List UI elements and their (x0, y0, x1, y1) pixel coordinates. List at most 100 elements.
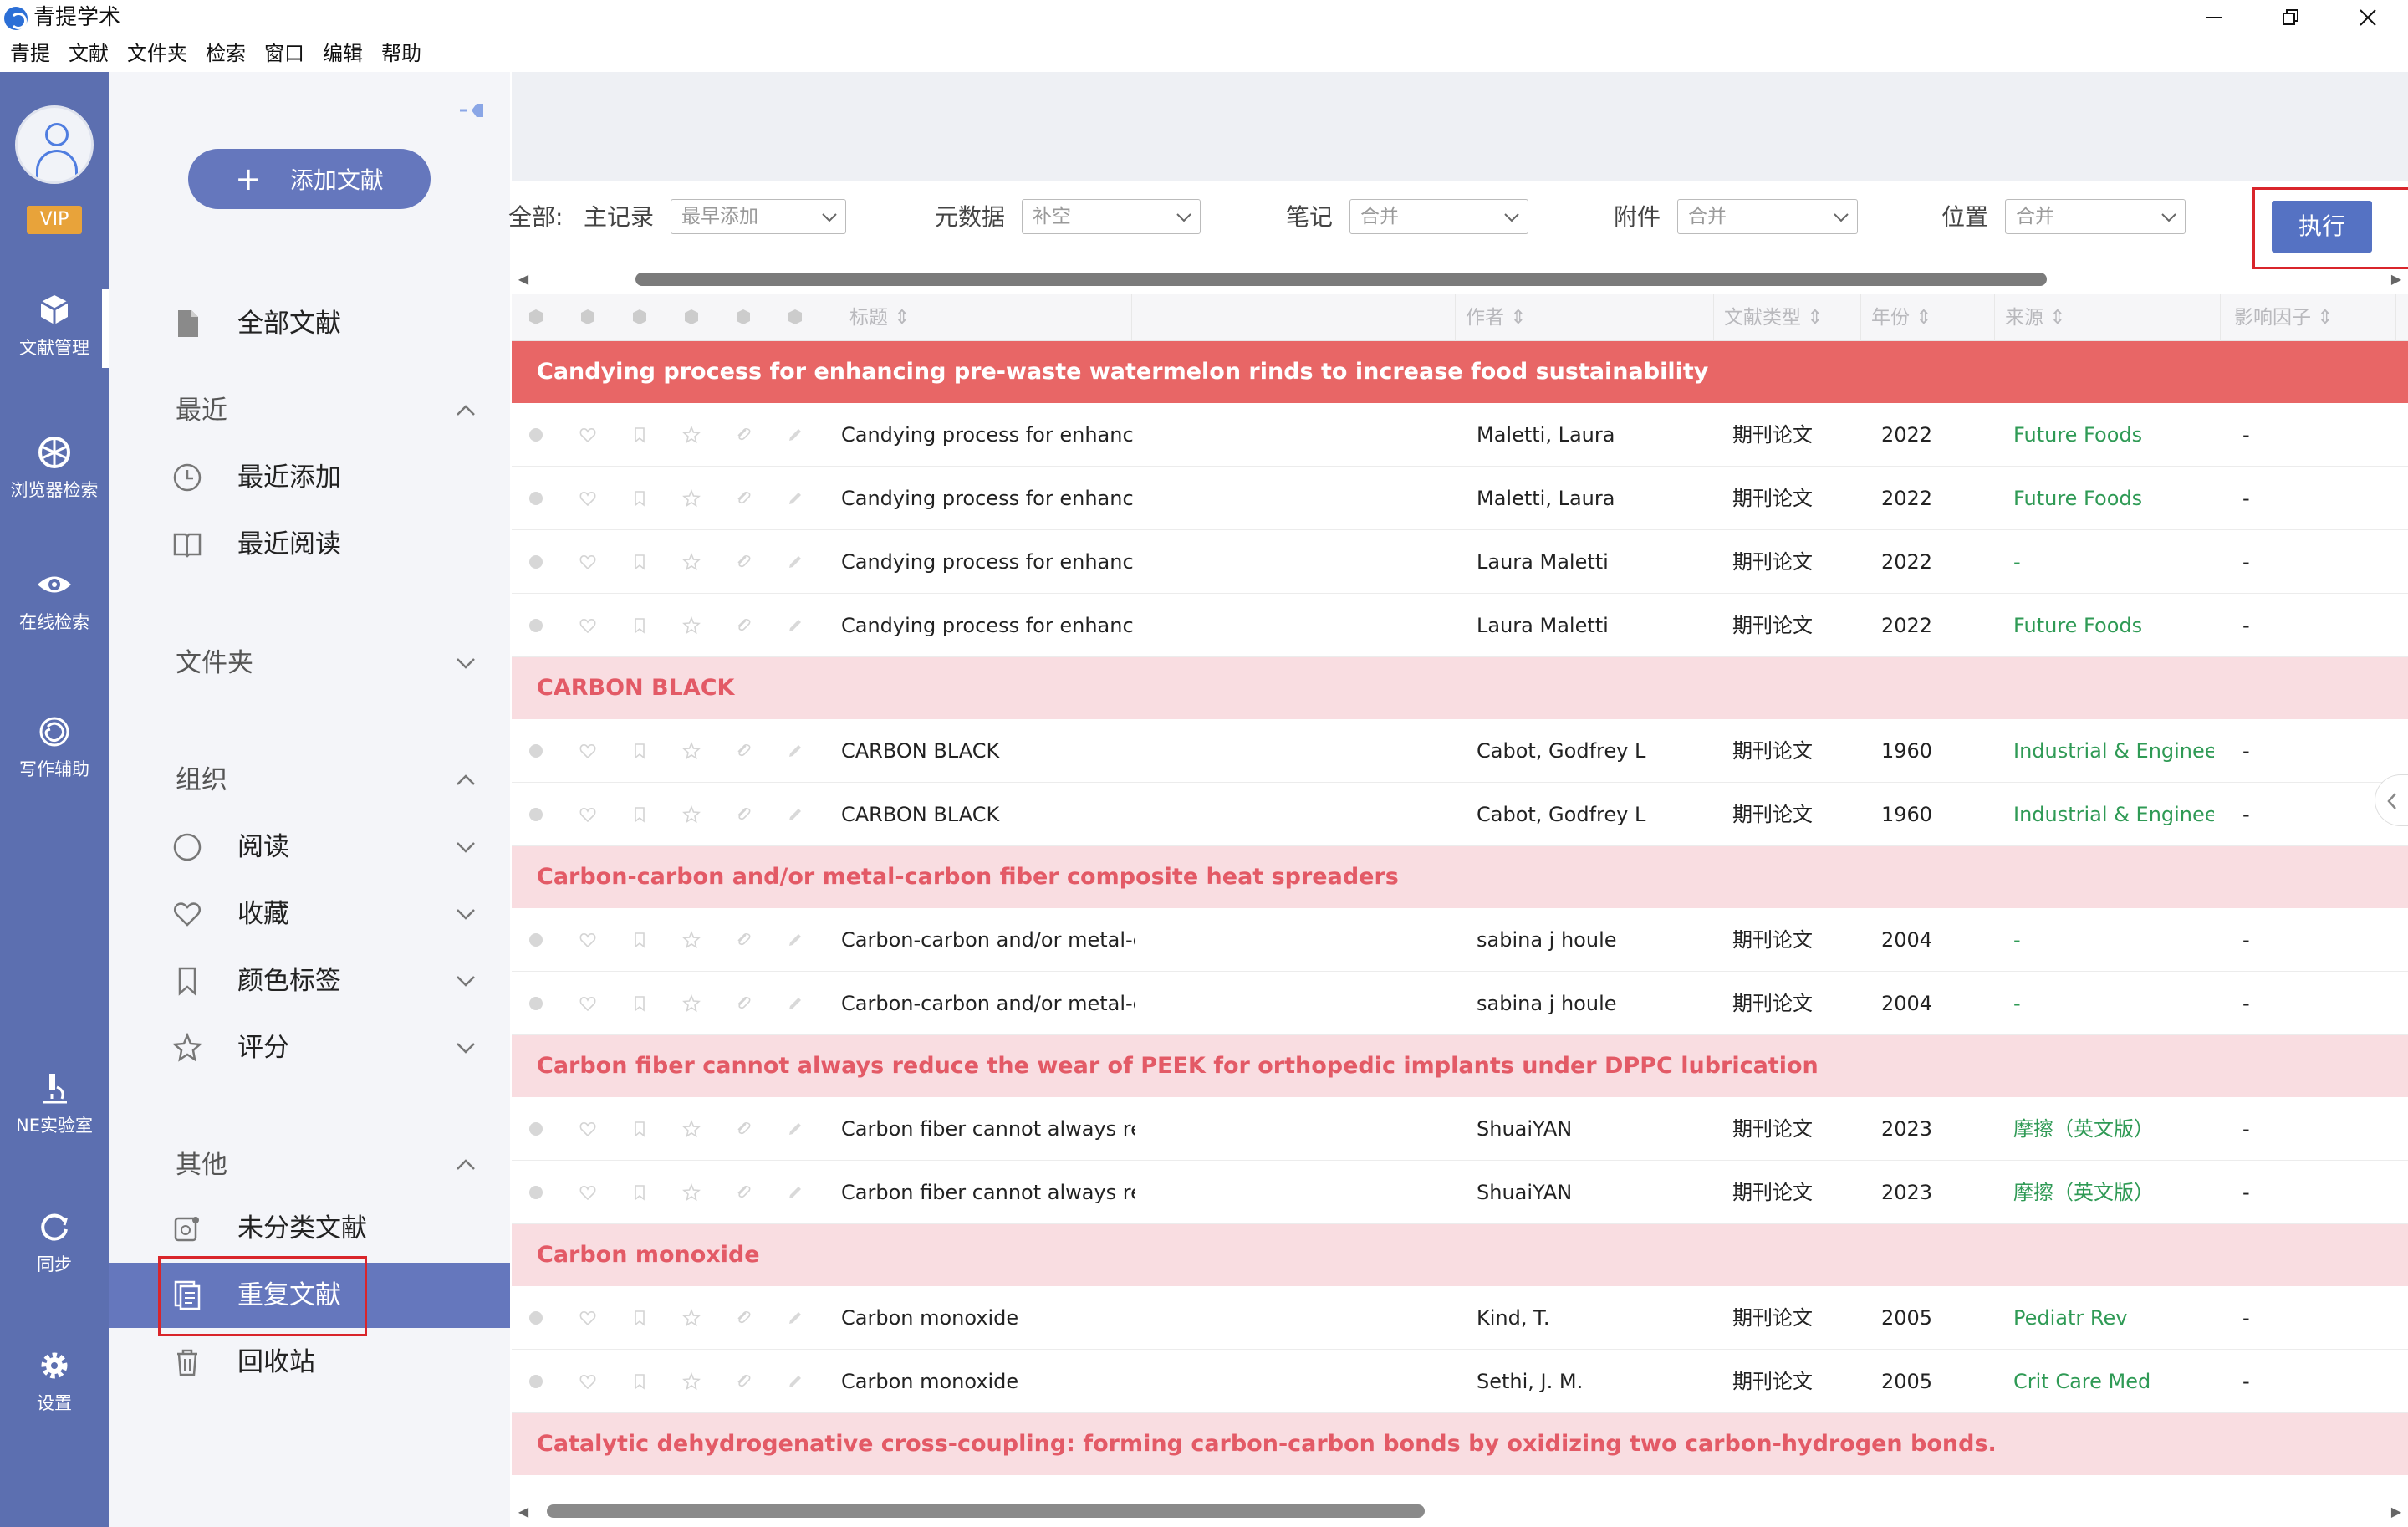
add-literature-button[interactable]: + 添加文献 (188, 149, 431, 209)
chevron-down-icon[interactable] (452, 967, 480, 995)
bookmark-icon[interactable] (630, 805, 649, 824)
read-status-icon[interactable] (527, 489, 545, 508)
table-row[interactable]: Carbon monoxide Kind, T. 期刊论文 2005 Pediatr R… (512, 1286, 2408, 1350)
column-title[interactable]: 标题 ⇕ (839, 294, 1132, 341)
star-icon[interactable] (682, 805, 701, 824)
rail-item-sync[interactable]: 同步 (0, 1208, 109, 1276)
avatar[interactable] (15, 105, 94, 184)
menu-qingti[interactable]: 青提 (10, 37, 50, 70)
nav-item-read[interactable]: 阅读 (109, 815, 510, 880)
tag-column-icon[interactable] (630, 308, 649, 326)
pin-icon[interactable] (458, 94, 492, 127)
menu-window[interactable]: 窗口 (264, 37, 304, 70)
chevron-up-icon[interactable] (452, 766, 480, 794)
read-status-icon[interactable] (527, 1120, 545, 1138)
bookmark-icon[interactable] (630, 489, 649, 508)
nav-item-recent-read[interactable]: 最近阅读 (109, 512, 510, 577)
pencil-icon[interactable] (786, 805, 804, 824)
read-status-icon[interactable] (527, 1309, 545, 1327)
chevron-down-icon[interactable] (452, 1034, 480, 1062)
menu-folder[interactable]: 文件夹 (127, 37, 187, 70)
table-row[interactable]: Candying process for enhancing pre-waste… (512, 467, 2408, 530)
note-column-icon[interactable] (786, 308, 804, 326)
read-status-icon[interactable] (527, 742, 545, 760)
table-row[interactable]: CARBON BLACK Cabot, Godfrey L 期刊论文 1960 Indu… (512, 719, 2408, 783)
column-type[interactable]: 文献类型 ⇕ (1714, 294, 1861, 341)
star-icon[interactable] (682, 994, 701, 1013)
read-status-icon[interactable] (527, 931, 545, 949)
table-row[interactable]: Carbon monoxide Sethi, J. M. 期刊论文 2005 Crit … (512, 1350, 2408, 1413)
duplicate-group-header[interactable]: Carbon fiber cannot always reduce the we… (512, 1035, 2408, 1097)
menu-search[interactable]: 检索 (206, 37, 246, 70)
rail-item-browser-search[interactable]: 浏览器检索 (0, 433, 109, 502)
rail-item-online-search[interactable]: 在线检索 (0, 565, 109, 634)
bookmark-icon[interactable] (630, 742, 649, 760)
table-row[interactable]: CARBON BLACK Cabot, Godfrey L 期刊论文 1960 Indu… (512, 783, 2408, 846)
pencil-icon[interactable] (786, 1372, 804, 1391)
table-row[interactable]: Catalytic dehydrogenative cross-coupling… (512, 1475, 2408, 1489)
notes-select[interactable]: 合并 (1349, 199, 1528, 234)
heart-icon[interactable] (579, 742, 597, 760)
heart-icon[interactable] (579, 1120, 597, 1138)
column-year[interactable]: 年份 ⇕ (1861, 294, 1995, 341)
scroll-left-icon[interactable]: ◀ (515, 271, 532, 288)
star-icon[interactable] (682, 742, 701, 760)
attachment-icon[interactable] (734, 553, 752, 571)
chevron-down-icon[interactable] (452, 649, 480, 677)
rail-item-settings[interactable]: 设置 (0, 1346, 109, 1415)
pencil-icon[interactable] (786, 994, 804, 1013)
duplicate-group-header[interactable]: Catalytic dehydrogenative cross-coupling… (512, 1413, 2408, 1475)
scroll-right-icon[interactable]: ▶ (2388, 271, 2405, 288)
scroll-thumb[interactable] (635, 273, 2047, 286)
rating-column-icon[interactable] (682, 308, 701, 326)
heart-icon[interactable] (579, 616, 597, 635)
read-status-icon[interactable] (527, 994, 545, 1013)
table-row[interactable]: Candying process for enhancing pre-waste… (512, 403, 2408, 467)
bookmark-icon[interactable] (630, 931, 649, 949)
bookmark-icon[interactable] (630, 1309, 649, 1327)
rail-item-ne-lab[interactable]: NE实验室 (0, 1069, 109, 1137)
heart-icon[interactable] (579, 426, 597, 444)
read-status-icon[interactable] (527, 805, 545, 824)
table-row[interactable]: Candying process for enhancing pre-waste… (512, 530, 2408, 594)
nav-item-favorite[interactable]: 收藏 (109, 881, 510, 947)
column-author[interactable]: 作者 ⇕ (1455, 294, 1714, 341)
nav-item-trash[interactable]: 回收站 (109, 1330, 510, 1395)
bookmark-icon[interactable] (630, 1120, 649, 1138)
chevron-up-icon[interactable] (452, 1151, 480, 1179)
attachment-icon[interactable] (734, 1309, 752, 1327)
attachment-icon[interactable] (734, 426, 752, 444)
bookmark-icon[interactable] (630, 426, 649, 444)
star-icon[interactable] (682, 1372, 701, 1391)
heart-icon[interactable] (579, 553, 597, 571)
read-status-icon[interactable] (527, 553, 545, 571)
attachment-icon[interactable] (734, 616, 752, 635)
heart-icon[interactable] (579, 931, 597, 949)
pencil-icon[interactable] (786, 742, 804, 760)
read-status-icon[interactable] (527, 1372, 545, 1391)
nav-item-rating[interactable]: 评分 (109, 1015, 510, 1080)
star-icon[interactable] (682, 489, 701, 508)
favorite-column-icon[interactable] (579, 308, 597, 326)
star-icon[interactable] (682, 1183, 701, 1202)
duplicate-group-header[interactable]: Carbon-carbon and/or metal-carbon fiber … (512, 846, 2408, 908)
side-collapse-tab[interactable] (2375, 774, 2408, 826)
read-status-icon[interactable] (527, 1183, 545, 1202)
pencil-icon[interactable] (786, 1183, 804, 1202)
nav-item-color-tag[interactable]: 颜色标签 (109, 948, 510, 1014)
table-row[interactable]: Carbon-carbon and/or metal-carbon fiber … (512, 972, 2408, 1035)
column-impact[interactable]: 影响因子 ⇕ (2221, 294, 2396, 341)
restore-button[interactable] (2252, 0, 2329, 35)
table-row[interactable]: Candying process for enhancing pre-waste… (512, 594, 2408, 657)
nav-item-all-literature[interactable]: 全部文献 (109, 291, 510, 356)
chevron-down-icon[interactable] (452, 833, 480, 861)
star-icon[interactable] (682, 931, 701, 949)
location-select[interactable]: 合并 (2005, 199, 2186, 234)
menu-literature[interactable]: 文献 (69, 37, 109, 70)
metadata-select[interactable]: 补空 (1022, 199, 1201, 234)
attachment-icon[interactable] (734, 1120, 752, 1138)
bookmark-icon[interactable] (630, 994, 649, 1013)
vip-badge[interactable]: VIP (27, 206, 82, 234)
star-icon[interactable] (682, 1309, 701, 1327)
attachment-icon[interactable] (734, 994, 752, 1013)
